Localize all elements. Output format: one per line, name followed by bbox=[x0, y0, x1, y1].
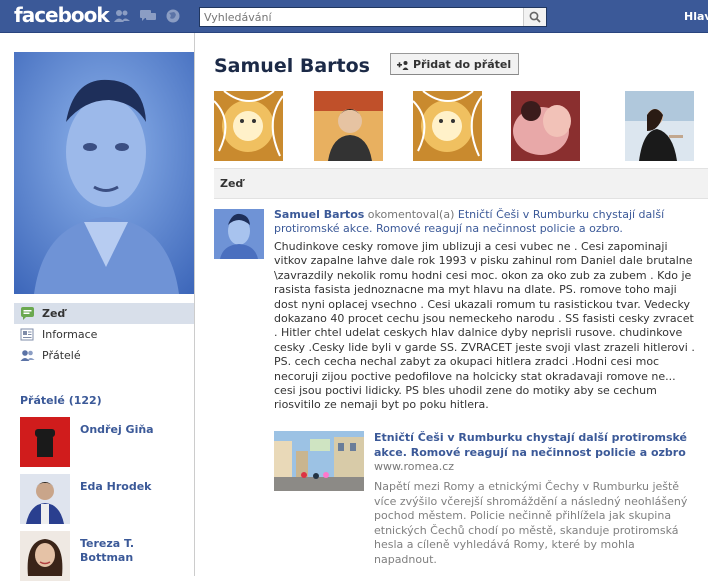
wall-tab[interactable]: Zeď bbox=[214, 168, 708, 199]
attachment-source: www.romea.cz bbox=[374, 460, 455, 473]
nav-item-label: Přátelé bbox=[42, 349, 81, 362]
top-bar: facebook Hlavní bbox=[0, 0, 708, 33]
friend-avatar[interactable] bbox=[20, 531, 70, 581]
story-header: Samuel Bartos okomentoval(a) Etničtí Češ… bbox=[274, 208, 699, 236]
search-icon bbox=[529, 11, 541, 23]
wall-story: Samuel Bartos okomentoval(a) Etničtí Češ… bbox=[274, 208, 699, 413]
friend-name[interactable]: Eda Hrodek bbox=[80, 480, 180, 494]
story-body: Chudinkove cesky romove jim ublizuji a c… bbox=[274, 240, 695, 412]
friend-name[interactable]: Tereza T. Bottman bbox=[80, 537, 180, 565]
profile-picture[interactable] bbox=[14, 52, 194, 294]
profile-nav: Zeď Informace Přátelé bbox=[14, 303, 194, 366]
friend-name[interactable]: Ondřej Giňa bbox=[80, 423, 180, 437]
profile-name: Samuel Bartos bbox=[214, 55, 370, 77]
photo-thumbnail[interactable] bbox=[314, 91, 383, 161]
attachment-description: Napětí mezi Romy a etnickými Čechy v Rum… bbox=[374, 480, 688, 566]
attachment-title-link[interactable]: Etničtí Češi v Rumburku chystají další p… bbox=[374, 431, 694, 460]
home-link[interactable]: Hlavní bbox=[684, 10, 708, 23]
search-input[interactable] bbox=[200, 8, 522, 26]
friend-avatar[interactable] bbox=[20, 417, 70, 467]
attachment-image[interactable] bbox=[274, 431, 364, 491]
photo-thumbnail[interactable] bbox=[625, 91, 694, 161]
friend-requests-icon[interactable] bbox=[114, 9, 130, 23]
friend-item[interactable]: Tereza T. Bottman bbox=[20, 531, 192, 583]
friend-avatar[interactable] bbox=[20, 474, 70, 524]
nav-item-label: Informace bbox=[42, 328, 98, 341]
notifications-globe-icon[interactable] bbox=[165, 9, 181, 23]
nav-item-label: Zeď bbox=[42, 307, 66, 320]
wall-tab-label: Zeď bbox=[220, 177, 244, 190]
friends-heading[interactable]: Přátelé (122) bbox=[20, 394, 102, 407]
nav-item-friends[interactable]: Přátelé bbox=[14, 345, 194, 366]
story-author-avatar[interactable] bbox=[214, 209, 264, 259]
facebook-logo[interactable]: facebook bbox=[14, 3, 110, 27]
messages-icon[interactable] bbox=[140, 9, 156, 23]
attachment: Etničtí Češi v Rumburku chystají další p… bbox=[374, 431, 694, 567]
wall-icon bbox=[20, 306, 35, 321]
info-icon bbox=[20, 327, 35, 342]
add-friend-label: Přidat do přátel bbox=[413, 58, 512, 71]
photo-thumbnail[interactable] bbox=[413, 91, 482, 161]
nav-item-info[interactable]: Informace bbox=[14, 324, 194, 345]
story-author-link[interactable]: Samuel Bartos bbox=[274, 208, 364, 221]
photo-thumbnail[interactable] bbox=[214, 91, 283, 161]
photo-strip bbox=[214, 91, 708, 161]
story-verb: okomentoval(a) bbox=[367, 208, 455, 221]
friend-item[interactable]: Eda Hrodek bbox=[20, 474, 192, 526]
left-column: Zeď Informace Přátelé Přátelé (122) Ondř… bbox=[0, 33, 195, 581]
friend-item[interactable]: Ondřej Giňa bbox=[20, 417, 192, 469]
nav-item-wall[interactable]: Zeď bbox=[14, 303, 194, 324]
search-button[interactable] bbox=[523, 8, 546, 26]
photo-thumbnail[interactable] bbox=[511, 91, 580, 161]
add-friend-icon bbox=[397, 61, 409, 70]
add-friend-button[interactable]: Přidat do přátel bbox=[390, 53, 520, 75]
friends-icon bbox=[20, 348, 35, 363]
main-content: Samuel Bartos Přidat do přátel Zeď Samue… bbox=[195, 33, 708, 576]
search-box bbox=[199, 7, 547, 27]
